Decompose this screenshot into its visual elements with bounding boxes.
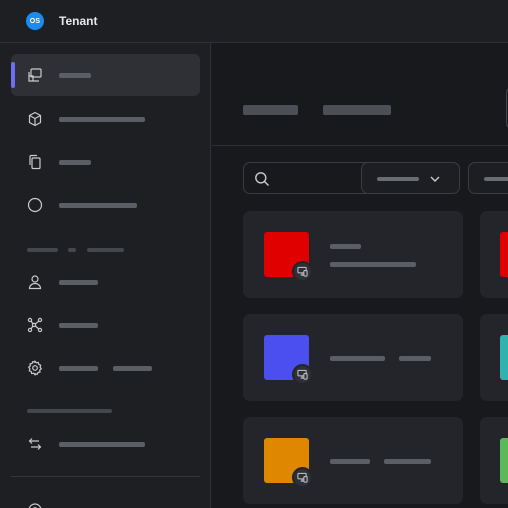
sidebar-item-transfer[interactable] [11,423,200,465]
card-subtitle [399,356,431,361]
logo-text: OS [29,17,41,25]
filter-dropdown[interactable] [361,162,460,194]
top-bar: OS Tenant [0,0,508,43]
sidebar-item-label [59,366,98,371]
chevron-down-icon [430,176,440,182]
network-icon [27,317,43,333]
filter-label [484,177,508,181]
device-icon [292,467,313,488]
user-icon [27,274,43,290]
sidebar-item-label [59,442,145,447]
card-subtitle [384,459,431,464]
card-title [330,356,385,361]
device-icon [292,364,313,385]
sidebar-item-label [59,280,98,285]
resource-card[interactable] [480,211,508,298]
filter-label [377,177,419,181]
sidebar-item-layers[interactable] [11,54,200,96]
sidebar-item-user[interactable] [11,261,200,303]
device-icon [292,261,313,282]
card-subtitle [330,262,416,267]
transfer-arrows-icon [27,436,43,452]
sidebar-item-label [59,323,98,328]
card-color-swatch [500,438,508,483]
settings-icon[interactable] [27,502,43,508]
search-input[interactable] [243,162,373,194]
resource-card[interactable] [243,314,463,401]
sidebar-item-cube[interactable] [11,98,200,140]
sidebar-item-label [59,203,137,208]
card-title [330,459,370,464]
app-window: OS Tenant [0,0,508,508]
section-heading [27,409,112,413]
resource-card[interactable] [243,211,463,298]
page-header [212,43,508,146]
page-title [243,105,298,115]
resource-card[interactable] [243,417,463,504]
sidebar-item-label [59,73,91,78]
sidebar [0,43,211,508]
sidebar-item-label [113,366,152,371]
cube-icon [27,111,43,127]
filter-dropdown-2[interactable] [468,162,508,194]
resource-card[interactable] [480,417,508,504]
sidebar-item-label [59,117,145,122]
sidebar-item-settings[interactable] [11,347,200,389]
sidebar-divider [11,476,200,477]
app-logo[interactable]: OS [26,12,44,30]
sidebar-item-circle[interactable] [11,184,200,226]
main-content [212,43,508,508]
search-icon [255,172,269,186]
card-color-swatch [500,335,508,380]
sidebar-item-copy[interactable] [11,141,200,183]
sidebar-item-label [59,160,91,165]
copy-icon [27,154,43,170]
card-title [330,244,361,249]
resource-card[interactable] [480,314,508,401]
circle-icon [27,197,43,213]
gear-icon [27,360,43,376]
sidebar-item-network[interactable] [11,304,200,346]
layers-icon [27,67,43,83]
page-subtitle [323,105,391,115]
card-color-swatch [500,232,508,277]
app-title: Tenant [59,14,98,28]
